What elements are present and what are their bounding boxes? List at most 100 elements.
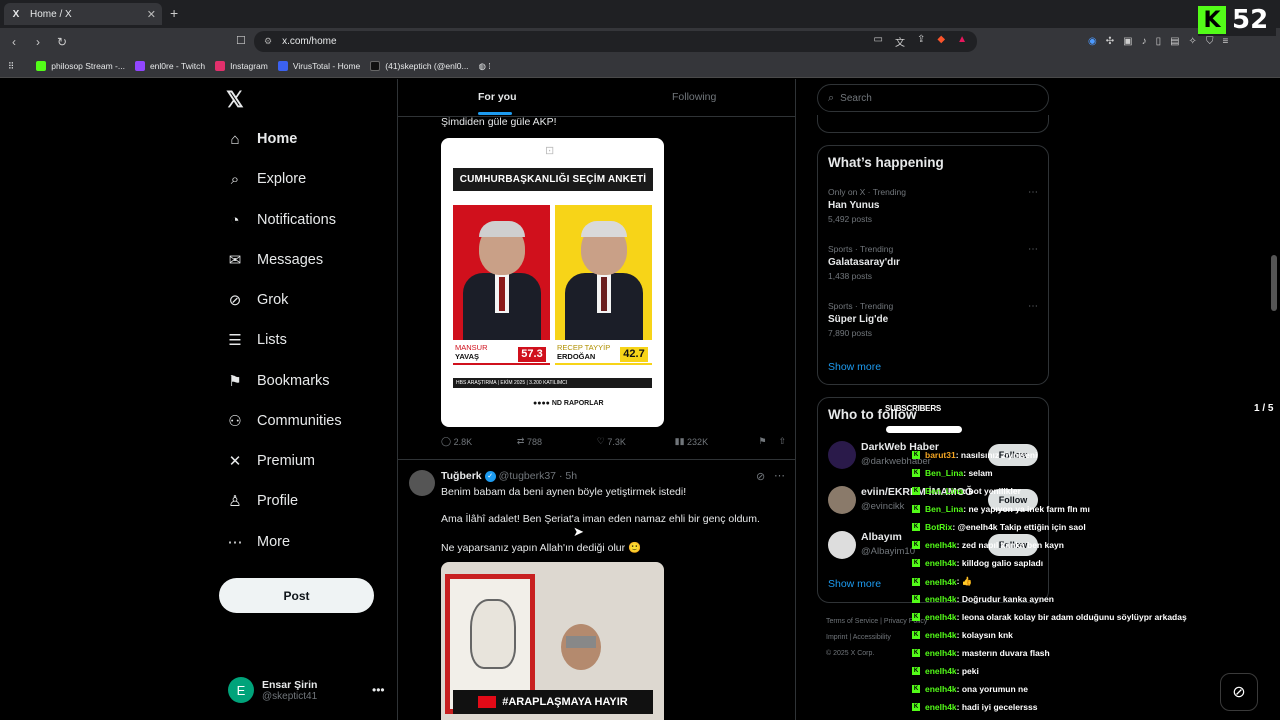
nav-messages[interactable]: ✉ Messages — [226, 251, 323, 269]
trend-item[interactable]: Sports · Trending Galatasaray'dır 1,438 … — [828, 244, 1042, 281]
x-logo-icon[interactable]: 𝕏 — [226, 87, 244, 113]
grok-floating-button[interactable]: ⊘ — [1220, 673, 1258, 711]
chat-text: : leona olarak kolay bir adam olduğunu s… — [956, 612, 1187, 622]
bookmark-item[interactable]: (41)skeptich (@enl0... — [370, 61, 469, 71]
new-tab-button[interactable]: + — [170, 5, 178, 21]
trend-more-icon[interactable]: ⋯ — [1028, 187, 1038, 198]
bookmarks-bar: ⠿ philosop Stream -... enl0re - Twitch I… — [0, 55, 1280, 78]
chat-message: K Ben_Lina: selam — [912, 468, 993, 478]
translate-icon[interactable]: 文 — [895, 34, 905, 49]
tab-following[interactable]: Following — [672, 91, 716, 103]
chat-message: Kenelh4k: leona olarak kolay bir adam ol… — [912, 612, 1187, 622]
chat-message: Kenelh4k: Doğrudur kanka aynen — [912, 594, 1054, 604]
tweet[interactable]: Tuğberk ✓ @tugberk37 · 5h ⊘ ⋯ Benim baba… — [398, 459, 795, 720]
tweet-text-line: Ne yaparsanız yapın Allah'ın dediği olur… — [441, 542, 642, 554]
grok-analyze-icon[interactable]: ⊘ — [756, 470, 765, 483]
nav-premium[interactable]: ✕ Premium — [226, 452, 315, 470]
bookmark-item[interactable]: VirusTotal - Home — [277, 61, 360, 71]
apps-icon[interactable]: ⠿ — [8, 61, 14, 72]
chat-message: Kenelh4k: masterın duvara flash — [912, 648, 1050, 658]
wallet-icon[interactable]: ◉ — [1088, 36, 1097, 47]
reply-button[interactable]: ◯ 2.8K — [441, 436, 517, 447]
url-text: x.com/home — [282, 36, 337, 47]
sidebar-toggle-icon[interactable]: ▯ — [1156, 36, 1162, 47]
author-handle[interactable]: @tugberk37 — [499, 470, 556, 482]
nav-grok[interactable]: ⊘ Grok — [226, 291, 289, 309]
search-input[interactable]: ⌕ Search — [817, 84, 1049, 112]
like-button[interactable]: ♡ 7.3K — [597, 436, 675, 447]
account-switcher[interactable]: E Ensar Şirin @skeptict41 — [228, 677, 317, 703]
x-premium-icon: ✕ — [228, 453, 242, 470]
blurred-face — [566, 636, 596, 648]
bookmark-item[interactable]: enl0re - Twitch — [134, 61, 205, 71]
vpn-icon[interactable]: ⛉ — [1206, 36, 1214, 47]
post-button[interactable]: Post — [219, 578, 374, 613]
stream-chat-overlay: Kbarut31: nasılsınız ziyniseni K Ben_Lina:… — [912, 450, 1222, 720]
tweet-image[interactable]: #ARAPLAŞMAYA HAYIR — [441, 562, 664, 720]
omnibox-actions: ▭ 文 ⇪ ◆ ▲ — [874, 34, 977, 49]
poll-title: CUMHURBAŞKANLIĞI SEÇİM ANKETİ — [453, 168, 653, 191]
chat-message: Kenelh4k: killdog galio sapladı — [912, 558, 1043, 568]
trend-more-icon[interactable]: ⋯ — [1028, 301, 1038, 312]
nav-more[interactable]: ⋯ More — [226, 533, 291, 551]
show-more-link[interactable]: Show more — [828, 361, 881, 373]
back-icon[interactable]: ‹ — [4, 35, 24, 49]
share-tweet-icon[interactable]: ⇧ — [778, 436, 786, 447]
leo-icon[interactable]: ✧ — [1189, 36, 1197, 47]
browser-tab[interactable]: X Home / X ✕ — [4, 3, 162, 25]
cast-icon[interactable]: ▭ — [874, 34, 883, 49]
bookmark-item[interactable]: philosop Stream -... — [36, 61, 125, 71]
trend-item[interactable]: Only on X · Trending Han Yunus 5,492 pos… — [828, 187, 1042, 224]
tweet-time[interactable]: · 5h — [559, 470, 577, 482]
author-name[interactable]: Tuğberk — [441, 470, 482, 482]
nav-bookmarks[interactable]: ⚑ Bookmarks — [226, 372, 329, 390]
site-info-icon[interactable]: ⚙ — [264, 36, 272, 47]
wallet-2-icon[interactable]: ▤ — [1170, 36, 1179, 47]
brave-shield-icon[interactable]: ◆ — [937, 34, 945, 49]
reload-icon[interactable]: ↻ — [52, 35, 72, 49]
nav-profile[interactable]: ♙ Profile — [226, 492, 298, 510]
bookmark-page-icon[interactable]: ☐ — [236, 34, 246, 47]
tab-for-you[interactable]: For you — [478, 91, 517, 103]
chat-text: : 👍 — [956, 576, 973, 586]
url-bar[interactable]: ⚙ x.com/home ▭ 文 ⇪ ◆ ▲ — [254, 31, 977, 52]
verified-badge-icon: ✓ — [484, 470, 496, 482]
extensions-icon[interactable]: ✣ — [1106, 36, 1114, 47]
kick-badge-icon: K — [912, 685, 920, 693]
kick-badge-icon: K — [912, 649, 920, 657]
nav-explore[interactable]: ⌕ Explore — [226, 170, 306, 188]
chat-message: K Ben_Lina: bot yenilikler — [912, 486, 1021, 496]
nav-lists[interactable]: ☰ Lists — [226, 331, 287, 349]
share-icon[interactable]: ⇪ — [917, 34, 925, 49]
close-tab-icon[interactable]: ✕ — [147, 8, 156, 21]
show-more-link[interactable]: Show more — [828, 578, 881, 590]
account-more-icon[interactable]: ••• — [372, 683, 385, 697]
home-icon: ⌂ — [230, 130, 240, 148]
menu-icon[interactable]: ≡ — [1222, 36, 1228, 47]
trend-more-icon[interactable]: ⋯ — [1028, 244, 1038, 255]
brave-rewards-icon[interactable]: ▲ — [957, 34, 967, 49]
chat-username: enelh4k — [925, 702, 957, 712]
chat-text: : killdog galio sapladı — [956, 558, 1044, 568]
nav-communities[interactable]: ⚇ Communities — [226, 412, 341, 430]
premium-promo-card[interactable] — [817, 115, 1049, 133]
nav-notifications[interactable]: ◔ Notifications — [226, 211, 336, 229]
scrollbar[interactable] — [1271, 255, 1277, 311]
views-button[interactable]: ▮▮ 232K — [675, 436, 759, 447]
bookmark-item[interactable]: Instagram — [215, 61, 268, 71]
forward-icon[interactable]: › — [28, 35, 48, 49]
bookmark-tweet-icon[interactable]: ⚑ — [758, 436, 778, 447]
trend-item[interactable]: Sports · Trending Süper Lig'de 7,890 pos… — [828, 301, 1042, 338]
nav-home[interactable]: ⌂ Home — [226, 130, 297, 148]
repost-button[interactable]: ⇄ 788 — [517, 436, 597, 447]
chat-username: enelh4k — [925, 684, 957, 694]
tweet-more-icon[interactable]: ⋯ — [774, 469, 785, 482]
screenshot-icon[interactable]: ▣ — [1123, 36, 1132, 47]
globe-icon[interactable]: ◍ ⁞ — [479, 61, 491, 72]
media-icon[interactable]: ♪ — [1142, 36, 1147, 47]
avatar[interactable] — [409, 470, 435, 496]
poll-source-logo: ●●●● ND RAPORLAR — [533, 400, 604, 407]
candidate-left-photo — [453, 205, 550, 340]
tweet-image[interactable]: ⊡ CUMHURBAŞKANLIĞI SEÇİM ANKETİ MANSUR Y… — [441, 138, 664, 427]
chat-username: enelh4k — [925, 576, 957, 587]
